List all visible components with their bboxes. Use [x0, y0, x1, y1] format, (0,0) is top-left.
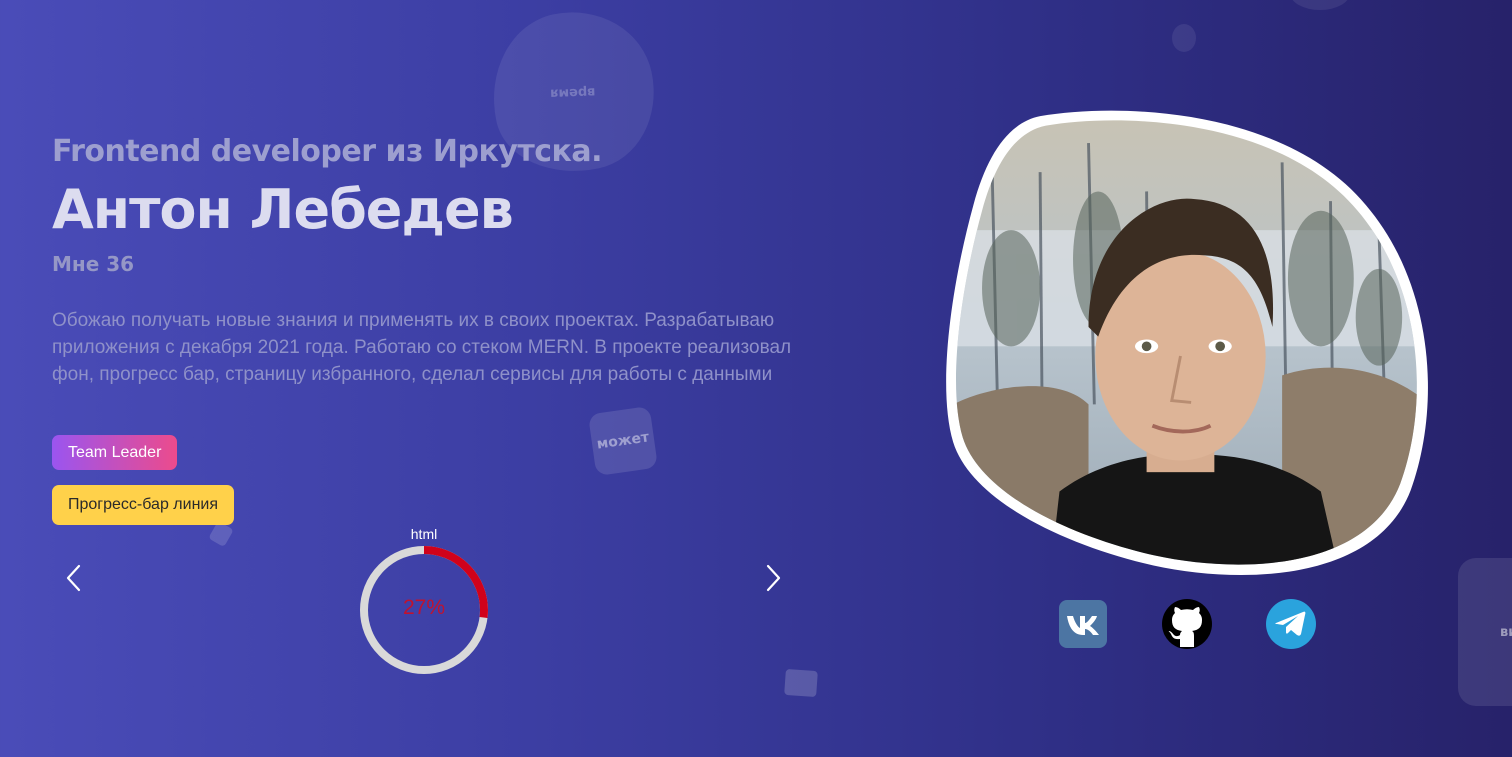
github-link[interactable]	[1162, 599, 1212, 649]
background-blob-top	[1290, 0, 1350, 10]
hero-age: Мне 36	[52, 252, 135, 276]
carousel-prev-button[interactable]	[57, 561, 91, 595]
vk-link[interactable]	[1058, 599, 1108, 649]
background-word: время	[550, 83, 596, 101]
carousel-next-button[interactable]	[756, 561, 790, 595]
background-blob-small	[1172, 24, 1196, 52]
background-word: ви	[1500, 624, 1512, 640]
chevron-right-icon	[766, 564, 781, 592]
telegram-link[interactable]	[1266, 599, 1316, 649]
chevron-left-icon	[66, 564, 81, 592]
skill-label: html	[410, 526, 438, 542]
github-icon	[1162, 599, 1212, 649]
background-square: может	[587, 405, 659, 477]
hero-name: Антон Лебедев	[52, 178, 514, 241]
hero-subtitle: Frontend developer из Иркутска.	[52, 134, 603, 169]
background-square-small	[784, 668, 818, 698]
background-word: может	[595, 429, 651, 453]
team-leader-button[interactable]: Team Leader	[52, 435, 178, 470]
profile-photo	[946, 110, 1428, 576]
skill-progress-value: 27%	[402, 596, 446, 619]
progress-bar-line-button[interactable]: Прогресс-бар линия	[52, 485, 235, 525]
vk-icon	[1059, 600, 1107, 648]
hero-about: Обожаю получать новые знания и применять…	[52, 310, 792, 385]
background-card-right: ви	[1458, 558, 1512, 706]
telegram-icon	[1266, 599, 1316, 649]
